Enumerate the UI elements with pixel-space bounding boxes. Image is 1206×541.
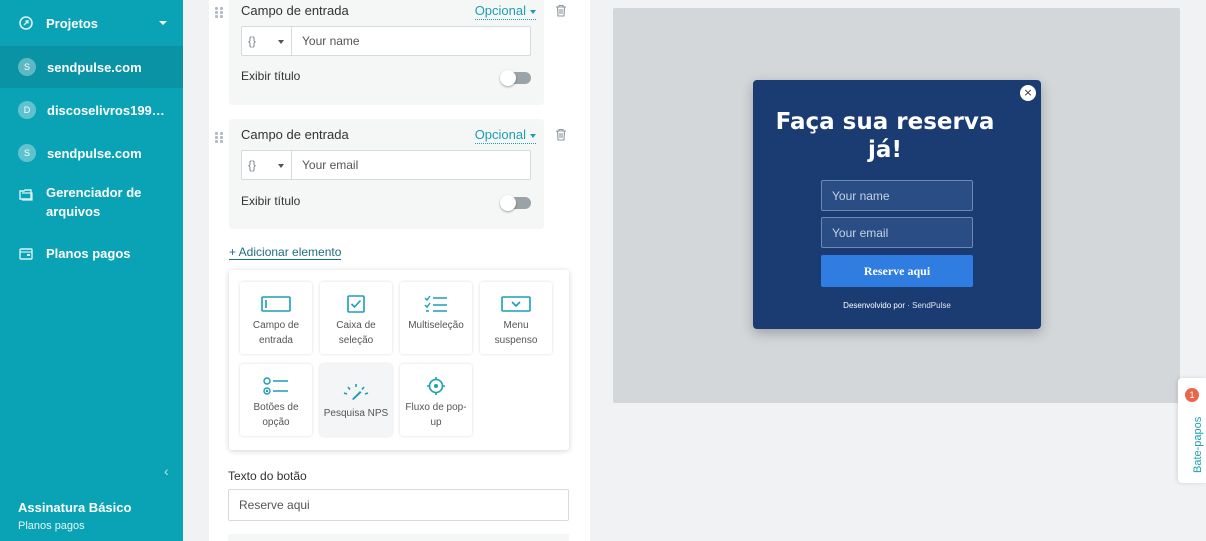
folder-icon <box>18 186 34 202</box>
popup-title: Faça sua reserva já! <box>775 109 995 163</box>
palette-radio-buttons[interactable]: Botões de opção <box>240 364 312 436</box>
sidebar-item-label: Planos pagos <box>46 245 131 261</box>
trash-icon[interactable] <box>555 128 567 141</box>
palette-popup-flow[interactable]: Fluxo de pop-up <box>400 364 472 436</box>
field-title: Campo de entrada <box>241 127 349 142</box>
popup-flow-icon <box>421 376 451 396</box>
sendpulse-logo-icon: · <box>907 301 910 310</box>
avatar: S <box>18 144 36 162</box>
plan-title: Assinatura Básico <box>18 500 132 515</box>
powered-by: Desenvolvido por · SendPulse <box>753 301 1041 310</box>
popup-preview-area: × Faça sua reserva já! Your name Your em… <box>613 8 1180 403</box>
palette-label: Campo de entrada <box>252 320 300 346</box>
sidebar-item-project[interactable]: S sendpulse.com <box>0 46 183 88</box>
variable-select[interactable]: {} <box>242 27 292 55</box>
palette-label: Botões de opção <box>253 402 299 428</box>
palette-label: Caixa de seleção <box>336 320 376 346</box>
credit-prefix: Desenvolvido por <box>843 301 905 310</box>
button-text-label: Texto do botão <box>228 469 307 483</box>
form-editor-panel: Campo de entrada Opcional {} Your name E… <box>209 0 590 541</box>
palette-label: Menu suspenso <box>494 320 538 346</box>
chat-badge: 1 <box>1185 388 1199 402</box>
dropdown-icon <box>501 294 531 314</box>
name-field[interactable]: {} Your name <box>241 26 531 56</box>
element-palette: Campo de entrada Caixa de seleção Multisel… <box>229 270 569 450</box>
credit-brand: SendPulse <box>912 301 951 310</box>
palette-label: Multiseleção <box>408 320 464 331</box>
email-field[interactable]: {} Your email <box>241 150 531 180</box>
input-field-icon <box>261 294 291 314</box>
multiselect-icon <box>421 294 451 314</box>
popup-email-input[interactable]: Your email <box>821 217 973 248</box>
sidebar-item-project[interactable]: S sendpulse.com <box>0 132 183 174</box>
button-text-input[interactable]: Reserve aqui <box>228 489 569 521</box>
palette-checkbox[interactable]: Caixa de seleção <box>320 282 392 354</box>
palette-multiselect[interactable]: Multiseleção <box>400 282 472 354</box>
subscription-plan[interactable]: Assinatura Básico Planos pagos <box>18 500 131 532</box>
show-title-toggle[interactable] <box>500 195 531 211</box>
checkbox-icon <box>341 294 371 314</box>
sidebar-item-file-manager[interactable]: Gerenciador de arquivos <box>0 184 183 226</box>
optional-dropdown[interactable]: Opcional <box>474 3 536 20</box>
variable-select[interactable]: {} <box>242 151 292 179</box>
next-section-card <box>228 534 569 541</box>
drag-handle-icon[interactable] <box>215 7 223 19</box>
sidebar-item-label: discoselivros1997.... <box>47 102 172 118</box>
radio-buttons-icon <box>261 376 291 396</box>
sidebar-item-label: Projetos <box>46 15 99 31</box>
popup-preview: × Faça sua reserva já! Your name Your em… <box>753 80 1041 329</box>
sidebar-item-projetos[interactable]: Projetos <box>0 6 183 40</box>
input-field-card: Campo de entrada Opcional {} Your name E… <box>215 0 566 105</box>
sidebar-item-label: Gerenciador de arquivos <box>46 185 142 219</box>
chevron-down-icon <box>159 21 167 25</box>
sidebar-item-paid-plans[interactable]: Planos pagos <box>0 236 183 270</box>
palette-label: Fluxo de pop-up <box>405 402 467 428</box>
input-field-card: Campo de entrada Opcional {} Your email … <box>215 119 566 229</box>
avatar: D <box>18 101 36 119</box>
optional-dropdown[interactable]: Opcional <box>474 127 536 144</box>
palette-dropdown[interactable]: Menu suspenso <box>480 282 552 354</box>
palette-nps-survey[interactable]: Pesquisa NPS <box>320 364 392 436</box>
chat-tab[interactable]: 1 Bate-papos <box>1178 378 1206 483</box>
avatar: S <box>18 58 36 76</box>
collapse-sidebar-icon[interactable]: ‹ <box>164 463 169 479</box>
show-title-toggle[interactable] <box>500 70 531 86</box>
palette-label: Pesquisa NPS <box>323 408 389 419</box>
reserve-button[interactable]: Reserve aqui <box>821 255 973 287</box>
sidebar: Projetos S sendpulse.com D discoselivros… <box>0 0 183 541</box>
show-title-label: Exibir título <box>241 194 301 208</box>
sidebar-item-label: sendpulse.com <box>47 145 142 161</box>
field-value: Your email <box>302 158 359 172</box>
plan-subtitle: Planos pagos <box>18 520 85 532</box>
trash-icon[interactable] <box>555 4 567 17</box>
rocket-icon <box>18 15 34 31</box>
sidebar-item-label: sendpulse.com <box>47 59 142 75</box>
field-value: Your name <box>302 34 360 48</box>
chat-label: Bate-papos <box>1192 416 1204 473</box>
add-element-link[interactable]: + Adicionar elemento <box>229 245 342 260</box>
close-icon[interactable]: × <box>1020 85 1036 101</box>
popup-name-input[interactable]: Your name <box>821 180 973 211</box>
sidebar-item-project[interactable]: D discoselivros1997.... <box>0 89 183 131</box>
drag-handle-icon[interactable] <box>215 132 223 144</box>
wallet-icon <box>18 245 34 261</box>
nps-gauge-icon <box>341 382 371 402</box>
palette-input-field[interactable]: Campo de entrada <box>240 282 312 354</box>
field-title: Campo de entrada <box>241 3 349 18</box>
show-title-label: Exibir título <box>241 69 301 83</box>
